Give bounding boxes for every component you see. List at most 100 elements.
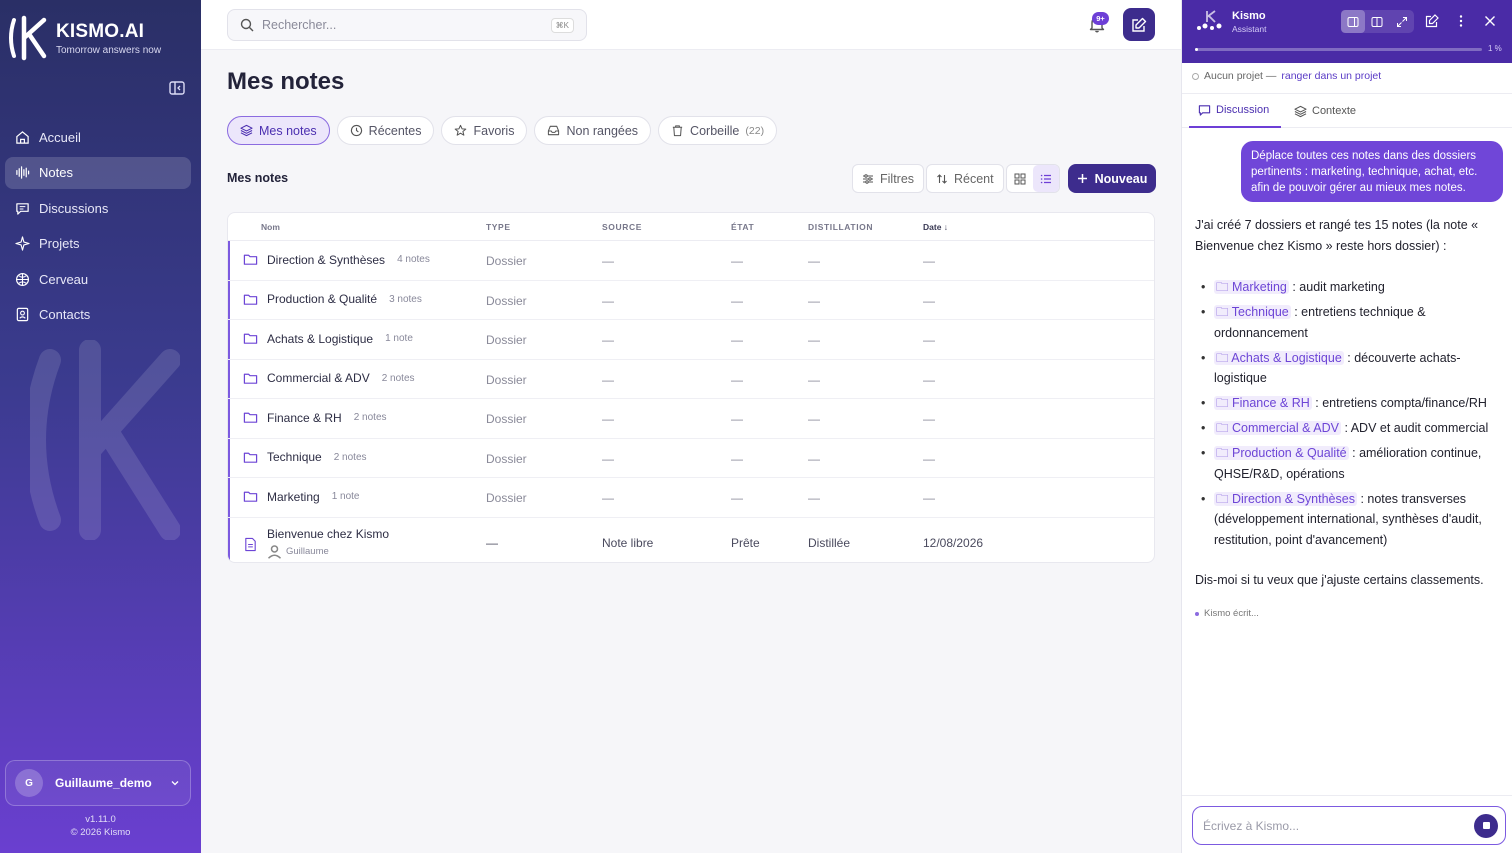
clock-icon bbox=[350, 124, 362, 137]
sidebar-item-accueil[interactable]: Accueil bbox=[5, 121, 191, 153]
layout-split-button[interactable] bbox=[1365, 10, 1389, 33]
type-cell: Dossier bbox=[486, 491, 527, 505]
table-row[interactable]: Finance & RH 2 notes Dossier — — — — bbox=[228, 399, 1154, 439]
distillation-cell: — bbox=[808, 491, 820, 505]
search-bar[interactable]: ⌘K bbox=[227, 9, 587, 41]
column-header-date[interactable]: Date ↓ bbox=[923, 222, 948, 232]
table-row-note[interactable]: Bienvenue chez Kismo Guillaume — Note li… bbox=[228, 517, 1154, 562]
folder-chip[interactable]: 🗀 Achats & Logistique bbox=[1214, 350, 1344, 365]
collapse-sidebar-icon[interactable] bbox=[168, 79, 186, 97]
table-row[interactable]: Marketing 1 note Dossier — — — — bbox=[228, 478, 1154, 518]
sidebar-item-cerveau[interactable]: Cerveau bbox=[5, 263, 191, 295]
trash-count: (22) bbox=[745, 124, 765, 137]
close-icon[interactable] bbox=[1483, 14, 1497, 28]
version-info: v1.11.0 © 2026 Kismo bbox=[0, 813, 201, 839]
notes-tabs: Mes notes Récentes Favoris Non rangées C… bbox=[227, 116, 778, 145]
folder-icon bbox=[243, 254, 258, 265]
edit-icon bbox=[1132, 17, 1147, 32]
chevron-down-icon bbox=[171, 781, 179, 786]
sidebar-item-projets[interactable]: Projets bbox=[5, 228, 191, 260]
table-row[interactable]: Commercial & ADV 2 notes Dossier — — — — bbox=[228, 359, 1154, 399]
assign-project-link[interactable]: ranger dans un projet bbox=[1281, 70, 1381, 82]
new-chat-icon[interactable] bbox=[1425, 14, 1439, 28]
folder-name: Finance & RH bbox=[267, 410, 342, 425]
type-cell: — bbox=[486, 535, 498, 550]
sidebar: KISMO.AI Tomorrow answers now Accueil No… bbox=[0, 0, 201, 853]
message-composer[interactable] bbox=[1192, 806, 1506, 845]
reply-outro: Dis-moi si tu veux que j'ajuste certains… bbox=[1195, 573, 1484, 587]
folder-list-item: 🗀 Commercial & ADV : ADV et audit commer… bbox=[1201, 418, 1503, 439]
sidebar-item-notes[interactable]: Notes bbox=[5, 156, 191, 189]
search-input[interactable] bbox=[262, 18, 543, 32]
tab-discussion[interactable]: Discussion bbox=[1189, 94, 1281, 128]
source-cell: — bbox=[602, 491, 614, 505]
tab-mes-notes[interactable]: Mes notes bbox=[227, 116, 330, 145]
note-count: 1 note bbox=[331, 491, 360, 502]
folder-chip[interactable]: 🗀 Finance & RH bbox=[1214, 396, 1312, 410]
date-cell: — bbox=[923, 372, 935, 387]
star-icon bbox=[455, 124, 467, 136]
project-selector: Aucun projet — ranger dans un projet bbox=[1192, 70, 1381, 82]
stop-icon bbox=[1482, 822, 1490, 829]
message-input[interactable] bbox=[1203, 818, 1474, 833]
column-header-etat[interactable]: ÉTAT bbox=[731, 222, 754, 232]
user-menu[interactable]: G Guillaume_demo bbox=[5, 760, 191, 806]
type-cell: Dossier bbox=[486, 333, 527, 347]
sort-button[interactable]: Récent bbox=[926, 164, 1004, 193]
folder-list-item: 🗀 Production & Qualité : amélioration co… bbox=[1201, 443, 1503, 484]
layout-expand-button[interactable] bbox=[1390, 10, 1414, 33]
note-count: 1 note bbox=[385, 333, 413, 344]
column-header-source[interactable]: SOURCE bbox=[602, 222, 642, 232]
sidebar-item-discussions[interactable]: Discussions bbox=[5, 192, 191, 224]
table-row[interactable]: Technique 2 notes Dossier — — — — bbox=[228, 438, 1154, 478]
filters-button[interactable]: Filtres bbox=[852, 164, 925, 193]
row-accent bbox=[228, 320, 230, 359]
column-header-nom[interactable]: Nom bbox=[261, 222, 280, 232]
folder-icon bbox=[243, 294, 258, 305]
table-row[interactable]: Production & Qualité 3 notes Dossier — —… bbox=[228, 280, 1154, 320]
folder-chip[interactable]: 🗀 Marketing bbox=[1214, 280, 1289, 294]
column-header-type[interactable]: TYPE bbox=[486, 222, 511, 232]
folder-name: Commercial & ADV bbox=[267, 371, 370, 385]
stop-generation-button[interactable] bbox=[1474, 813, 1498, 838]
column-header-distillation[interactable]: DISTILLATION bbox=[808, 222, 873, 232]
table-row[interactable]: Direction & Synthèses 4 notes Dossier — … bbox=[228, 241, 1154, 281]
new-button[interactable]: Nouveau bbox=[1068, 164, 1156, 193]
tab-corbeille[interactable]: Corbeille (22) bbox=[658, 116, 778, 145]
state-cell: — bbox=[731, 491, 743, 505]
tab-recentes[interactable]: Récentes bbox=[336, 116, 435, 145]
sidebar-item-label: Accueil bbox=[39, 129, 81, 145]
tab-favoris[interactable]: Favoris bbox=[441, 116, 528, 145]
trash-icon bbox=[672, 125, 683, 137]
folder-icon bbox=[243, 412, 258, 423]
more-options-icon[interactable] bbox=[1454, 14, 1468, 28]
kismo-logo-icon bbox=[9, 15, 47, 61]
layout-docked-button[interactable] bbox=[1341, 10, 1366, 33]
folder-chip[interactable]: 🗀 Commercial & ADV bbox=[1214, 421, 1341, 435]
state-cell: Prête bbox=[731, 535, 760, 550]
grid-view-button[interactable] bbox=[1007, 165, 1033, 192]
list-view-button[interactable] bbox=[1033, 165, 1059, 192]
folder-name: Direction & Synthèses bbox=[267, 252, 386, 267]
folder-chip[interactable]: 🗀 Direction & Synthèses bbox=[1214, 491, 1357, 506]
folder-chip[interactable]: 🗀 Technique bbox=[1214, 305, 1291, 319]
tab-label: Contexte bbox=[1312, 105, 1357, 117]
name-cell: Marketing 1 note bbox=[243, 489, 360, 504]
tab-contexte[interactable]: Contexte bbox=[1294, 94, 1356, 128]
source-cell: Note libre bbox=[602, 535, 654, 550]
sidebar-nav: Accueil Notes Discussions Projets Cervea… bbox=[5, 121, 191, 334]
plus-icon bbox=[1077, 174, 1087, 183]
date-header-label: Date bbox=[923, 222, 942, 232]
chat-icon bbox=[16, 202, 29, 215]
avatar: G bbox=[15, 769, 43, 797]
row-accent bbox=[228, 478, 230, 517]
brand[interactable]: KISMO.AI Tomorrow answers now bbox=[8, 14, 161, 62]
new-note-button[interactable] bbox=[1123, 8, 1155, 41]
table-row[interactable]: Achats & Logistique 1 note Dossier — — —… bbox=[228, 320, 1154, 360]
sidebar-item-contacts[interactable]: Contacts bbox=[5, 299, 191, 331]
tab-non-rangees[interactable]: Non rangées bbox=[534, 116, 652, 145]
folder-chip[interactable]: 🗀 Production & Qualité bbox=[1214, 446, 1349, 460]
folder-list-item: 🗀 Marketing : audit marketing bbox=[1201, 277, 1503, 298]
inbox-icon bbox=[548, 125, 560, 136]
sidebar-item-label: Discussions bbox=[39, 200, 109, 216]
